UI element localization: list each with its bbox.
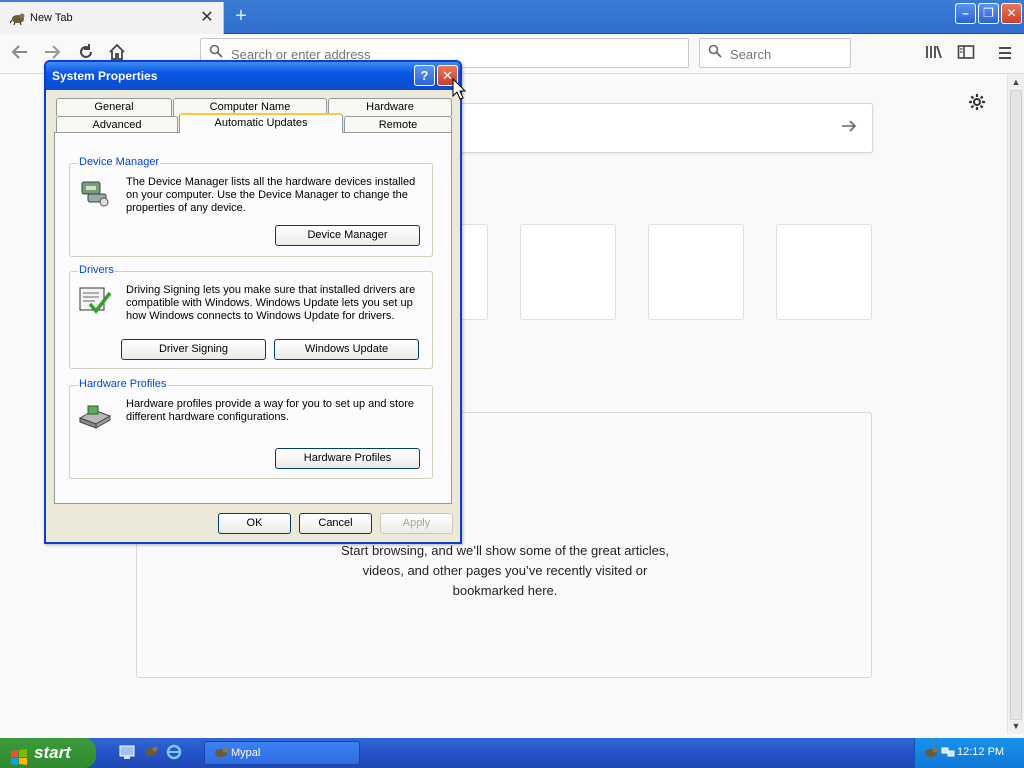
tab-new-tab[interactable]: New Tab ✕ <box>0 2 224 34</box>
arrow-right-icon[interactable] <box>840 117 858 140</box>
tab-general[interactable]: General <box>56 98 172 116</box>
group-title: Drivers <box>78 264 115 276</box>
window-maximize-button[interactable]: ❐ <box>978 3 999 24</box>
tab-panel: Device Manager The Device Manager lists … <box>54 132 452 504</box>
ok-button[interactable]: OK <box>218 513 291 534</box>
device-manager-icon <box>78 176 112 208</box>
tab-automatic-updates[interactable]: Automatic Updates <box>179 113 343 133</box>
back-arrow-icon[interactable] <box>8 42 32 66</box>
taskbar: start Mypal 12:12 PM <box>0 738 1024 768</box>
tab-close-icon[interactable]: ✕ <box>199 8 215 28</box>
mypal-quicklaunch-icon[interactable] <box>142 744 160 762</box>
windows-update-button[interactable]: Windows Update <box>274 339 419 360</box>
tab-hardware[interactable]: Hardware <box>328 98 452 116</box>
top-site-tile[interactable] <box>776 224 872 320</box>
scroll-up-icon[interactable]: ▲ <box>1008 74 1024 90</box>
system-tray: 12:12 PM <box>914 738 1024 768</box>
clock: 12:12 PM <box>957 746 1005 758</box>
gear-icon[interactable] <box>966 93 988 115</box>
group-title: Device Manager <box>78 156 161 168</box>
top-site-tile[interactable] <box>520 224 616 320</box>
sidebar-icon[interactable] <box>954 42 978 66</box>
menu-hamburger-icon[interactable] <box>993 42 1017 66</box>
search-icon <box>708 44 722 61</box>
drivers-description: Driving Signing lets you make sure that … <box>126 284 416 322</box>
page-scrollbar[interactable]: ▲ ▼ <box>1007 74 1024 734</box>
hardware-profiles-group: Hardware Profiles Hardware profiles prov… <box>69 378 433 479</box>
internet-explorer-icon[interactable] <box>165 744 183 762</box>
taskbar-item-label: Mypal <box>231 747 261 759</box>
scroll-down-icon[interactable]: ▼ <box>1008 718 1024 734</box>
new-tab-button[interactable]: + <box>230 5 252 27</box>
dialog-title: System Properties <box>52 69 158 83</box>
tab-title: New Tab <box>30 12 73 24</box>
dialog-title-bar[interactable]: System Properties ? ✕ <box>46 62 460 90</box>
window-close-button[interactable]: ✕ <box>1001 3 1022 24</box>
group-title: Hardware Profiles <box>78 378 168 390</box>
taskbar-item-mypal[interactable]: Mypal <box>204 741 360 765</box>
page-search-box[interactable] <box>440 103 873 153</box>
start-button[interactable]: start <box>0 738 96 768</box>
windows-logo-icon <box>10 745 28 765</box>
device-manager-group: Device Manager The Device Manager lists … <box>69 156 433 257</box>
library-icon[interactable] <box>922 42 946 66</box>
window-minimize-button[interactable]: – <box>955 3 976 24</box>
start-label: start <box>34 743 71 762</box>
cancel-button[interactable]: Cancel <box>299 513 372 534</box>
driver-signing-icon <box>78 284 112 316</box>
driver-signing-button[interactable]: Driver Signing <box>121 339 266 360</box>
search-icon <box>209 44 223 61</box>
mypal-tray-icon[interactable] <box>923 745 939 761</box>
hardware-profiles-button[interactable]: Hardware Profiles <box>275 448 420 469</box>
search-bar[interactable] <box>699 38 851 68</box>
mypal-icon <box>213 745 229 763</box>
hardware-profiles-description: Hardware profiles provide a way for you … <box>126 398 414 423</box>
show-desktop-icon[interactable] <box>118 744 136 762</box>
apply-button[interactable]: Apply <box>380 513 453 534</box>
mouse-cursor-icon <box>452 77 467 100</box>
search-input[interactable] <box>730 45 840 63</box>
help-button[interactable]: ? <box>414 65 435 86</box>
highlights-empty-message: Start browsing, and we’ll show some of t… <box>340 543 670 598</box>
system-properties-dialog: System Properties ? ✕ General Computer N… <box>44 60 462 544</box>
network-icon[interactable] <box>940 745 956 761</box>
top-site-tile[interactable] <box>648 224 744 320</box>
mypal-icon <box>9 11 26 26</box>
browser-tab-bar: New Tab ✕ + – ❐ ✕ <box>0 0 1024 34</box>
device-manager-description: The Device Manager lists all the hardwar… <box>126 176 416 214</box>
device-manager-button[interactable]: Device Manager <box>275 225 420 246</box>
scrollbar-thumb[interactable] <box>1010 90 1022 720</box>
drivers-group: Drivers Driving Signing lets you make su… <box>69 264 433 369</box>
hardware-profiles-icon <box>78 398 112 430</box>
